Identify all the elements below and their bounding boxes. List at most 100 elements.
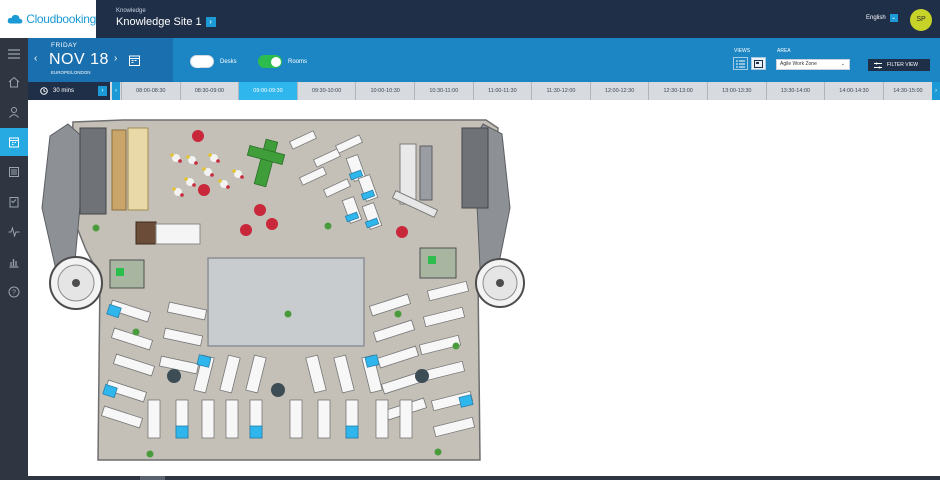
list-view-icon xyxy=(736,60,745,67)
floorplan-view-button[interactable] xyxy=(751,57,766,70)
language-selector[interactable]: English ⌄ xyxy=(866,14,898,22)
chair xyxy=(240,175,244,179)
time-slot[interactable]: 09:00-09:30 xyxy=(238,82,297,100)
floorplan-view-icon xyxy=(754,59,763,68)
time-slot[interactable]: 13:00-13:30 xyxy=(707,82,766,100)
area-select[interactable]: Agile Work Zone ⌄ xyxy=(776,59,850,70)
chair xyxy=(180,193,184,197)
interval-selector[interactable]: 30 mins › xyxy=(28,82,110,100)
chevron-right-icon[interactable]: › xyxy=(205,17,216,27)
plant xyxy=(92,224,100,232)
sidebar-home[interactable] xyxy=(0,68,28,96)
time-slot[interactable]: 08:00-08:30 xyxy=(121,82,180,100)
checklist-icon xyxy=(9,197,19,208)
reports-icon xyxy=(9,259,19,268)
clock-icon xyxy=(40,87,48,95)
red-seat xyxy=(396,226,408,238)
chair xyxy=(194,161,198,165)
desk xyxy=(225,399,239,439)
time-slot[interactable]: 08:30-09:00 xyxy=(179,82,239,100)
wooden-bench xyxy=(111,129,127,211)
rooms-toggle[interactable] xyxy=(258,55,282,68)
desk-highlight xyxy=(175,425,189,439)
plant xyxy=(394,310,402,318)
chair xyxy=(226,185,230,189)
desk-highlight xyxy=(345,425,359,439)
chair xyxy=(216,159,220,163)
time-slot[interactable]: 13:30-14:00 xyxy=(765,82,825,100)
desk xyxy=(147,399,161,439)
chair xyxy=(186,155,190,159)
right-staircase xyxy=(475,258,525,308)
date-label: NOV 18 xyxy=(49,51,109,68)
list-view-button[interactable] xyxy=(733,57,748,70)
weekday-label: FRIDAY xyxy=(51,42,78,49)
sidebar-calendar[interactable] xyxy=(0,128,28,156)
app-window: Cloudbooking Knowledge Knowledge Site 1 … xyxy=(0,0,940,480)
sliders-icon xyxy=(874,62,882,68)
timezone-label: EUROPE/LONDON xyxy=(51,70,91,75)
area-label: AREA xyxy=(777,48,791,54)
sidebar-user[interactable] xyxy=(0,98,28,126)
time-slot[interactable]: 14:30-15:00 xyxy=(882,82,932,100)
chair xyxy=(192,183,196,187)
sidebar-menu[interactable] xyxy=(0,40,28,68)
scrollbar-thumb[interactable] xyxy=(140,476,165,480)
sidebar-checklist[interactable] xyxy=(0,188,28,216)
timeline-prev-icon[interactable]: ‹ xyxy=(112,82,120,100)
plant xyxy=(434,448,442,456)
desk xyxy=(289,399,303,439)
site-label: Knowledge xyxy=(116,8,146,14)
svg-text:?: ? xyxy=(12,290,16,297)
top-bar: Cloudbooking Knowledge Knowledge Site 1 … xyxy=(0,0,940,38)
logo[interactable]: Cloudbooking xyxy=(0,0,96,38)
calendar-picker-icon[interactable] xyxy=(129,55,140,66)
sidebar-list[interactable] xyxy=(0,158,28,186)
chevron-right-icon[interactable]: › xyxy=(98,86,107,96)
chair xyxy=(178,159,182,163)
chair xyxy=(208,153,212,157)
prev-day-icon[interactable]: ‹ xyxy=(34,53,37,64)
time-slot[interactable]: 10:30-11:00 xyxy=(414,82,473,100)
chevron-down-icon[interactable]: ⌄ xyxy=(889,14,898,22)
red-seat xyxy=(198,184,210,196)
time-slot[interactable]: 12:00-12:30 xyxy=(589,82,649,100)
kitchen-island xyxy=(127,127,149,211)
chair xyxy=(232,169,236,173)
home-icon xyxy=(8,76,20,88)
chevron-down-icon: ⌄ xyxy=(840,61,845,67)
time-slot[interactable]: 10:00-10:30 xyxy=(355,82,414,100)
activity-icon xyxy=(8,226,20,238)
lounge-pod xyxy=(415,369,429,383)
lounge-pod xyxy=(167,369,181,383)
next-day-icon[interactable]: › xyxy=(114,53,117,64)
chair xyxy=(210,173,214,177)
desk xyxy=(317,399,331,439)
time-slot[interactable]: 11:30-12:00 xyxy=(531,82,590,100)
meeting-room-pod-left xyxy=(109,259,145,289)
site-selector[interactable]: Knowledge Knowledge Site 1 › xyxy=(116,8,216,28)
desks-toggle[interactable] xyxy=(190,55,214,68)
right-cabinets xyxy=(461,127,489,209)
desk xyxy=(399,399,413,439)
sidebar-help[interactable]: ? xyxy=(0,278,28,306)
time-slot[interactable]: 12:30-13:00 xyxy=(648,82,707,100)
timeline-next-icon[interactable]: › xyxy=(932,82,940,100)
time-slot[interactable]: 14:00-14:30 xyxy=(824,82,883,100)
plant xyxy=(452,342,460,350)
left-staircase xyxy=(49,256,103,310)
red-seat xyxy=(254,204,266,216)
user-avatar[interactable]: SP xyxy=(910,9,932,31)
plant xyxy=(324,222,332,230)
filter-view-button[interactable]: FILTER VIEW xyxy=(868,59,930,71)
sidebar-reports[interactable] xyxy=(0,248,28,276)
central-atrium xyxy=(207,257,365,347)
sidebar-activity[interactable] xyxy=(0,218,28,246)
reception-counter xyxy=(155,223,201,245)
time-slot[interactable]: 09:30-10:00 xyxy=(296,82,356,100)
time-slot[interactable]: 11:00-11:30 xyxy=(472,82,532,100)
shelf-top-right xyxy=(419,145,433,201)
left-wall xyxy=(41,123,87,273)
red-seat xyxy=(266,218,278,230)
chair xyxy=(202,167,206,171)
